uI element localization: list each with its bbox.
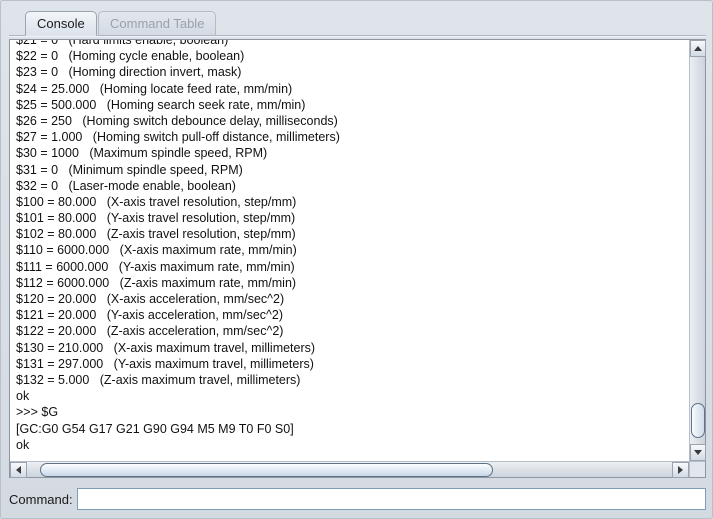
console-line: ok bbox=[16, 389, 30, 404]
console-line: $102 = 80.000 (Z-axis travel resolution,… bbox=[16, 227, 296, 242]
scroll-right-button[interactable] bbox=[672, 462, 689, 478]
console-line: $25 = 500.000 (Homing search seek rate, … bbox=[16, 97, 306, 112]
console-line: $22 = 0 (Homing cycle enable, boolean) bbox=[16, 49, 245, 64]
triangle-up-icon bbox=[694, 46, 702, 51]
tab-console[interactable]: Console bbox=[25, 11, 97, 36]
console-line: $31 = 0 (Minimum spindle speed, RPM) bbox=[16, 162, 243, 177]
console-line-list: $21 = 0 (Hard limits enable, boolean) $22… bbox=[16, 40, 340, 453]
triangle-left-icon bbox=[16, 466, 21, 474]
console-line: $120 = 20.000 (X-axis acceleration, mm/s… bbox=[16, 292, 285, 306]
console-output[interactable]: $21 = 0 (Hard limits enable, boolean) $22… bbox=[10, 40, 689, 461]
command-input[interactable] bbox=[76, 488, 706, 510]
console-line: $110 = 6000.000 (X-axis maximum rate, mm… bbox=[16, 243, 297, 258]
console-line: $111 = 6000.000 (Y-axis maximum rate, mm… bbox=[16, 259, 295, 274]
triangle-right-icon bbox=[678, 466, 683, 474]
scroll-down-button[interactable] bbox=[690, 444, 706, 461]
console-line: $101 = 80.000 (Y-axis travel resolution,… bbox=[16, 211, 296, 226]
horizontal-scrollbar-thumb[interactable] bbox=[39, 463, 493, 477]
console-line: $21 = 0 (Hard limits enable, boolean) bbox=[16, 40, 229, 47]
console-vertical-scrollbar[interactable] bbox=[689, 40, 706, 461]
console-horizontal-scrollbar[interactable] bbox=[10, 461, 689, 478]
console-line: $27 = 1.000 (Homing switch pull-off dist… bbox=[16, 130, 340, 145]
scrollbar-corner bbox=[689, 461, 705, 477]
scroll-up-button[interactable] bbox=[690, 40, 706, 57]
console-line: >>> $G bbox=[16, 405, 59, 420]
console-line: $112 = 6000.000 (Z-axis maximum rate, mm… bbox=[16, 275, 297, 290]
command-bar: Command: bbox=[9, 486, 706, 512]
console-line: $26 = 250 (Homing switch debounce delay,… bbox=[16, 113, 338, 128]
console-line: $131 = 297.000 (Y-axis maximum travel, m… bbox=[16, 356, 314, 371]
command-label: Command: bbox=[9, 491, 73, 507]
console-window: Console Command Table $21 = 0 (Hard limi… bbox=[0, 0, 713, 519]
console-panel: $21 = 0 (Hard limits enable, boolean) $22… bbox=[9, 39, 706, 478]
tab-strip-divider-highlight bbox=[9, 36, 706, 37]
console-line: $130 = 210.000 (X-axis maximum travel, m… bbox=[16, 340, 316, 355]
console-line: $32 = 0 (Laser-mode enable, boolean) bbox=[16, 178, 236, 193]
console-line: $23 = 0 (Homing direction invert, mask) bbox=[16, 65, 242, 80]
tab-strip: Console Command Table bbox=[9, 8, 706, 38]
vertical-scrollbar-thumb[interactable] bbox=[691, 403, 705, 439]
console-line: $132 = 5.000 (Z-axis maximum travel, mil… bbox=[16, 372, 301, 387]
console-line: $24 = 25.000 (Homing locate feed rate, m… bbox=[16, 81, 293, 96]
console-line: [GC:G0 G54 G17 G21 G90 G94 M5 M9 T0 F0 S… bbox=[16, 421, 294, 436]
console-line: $122 = 20.000 (Z-axis acceleration, mm/s… bbox=[16, 324, 284, 339]
console-line: ok bbox=[16, 437, 30, 452]
tab-command-table[interactable]: Command Table bbox=[98, 11, 217, 36]
triangle-down-icon bbox=[694, 450, 702, 455]
scroll-left-button[interactable] bbox=[10, 462, 27, 478]
console-line: $100 = 80.000 (X-axis travel resolution,… bbox=[16, 194, 297, 209]
console-line: $30 = 1000 (Maximum spindle speed, RPM) bbox=[16, 146, 268, 161]
console-line: $121 = 20.000 (Y-axis acceleration, mm/s… bbox=[16, 308, 283, 323]
